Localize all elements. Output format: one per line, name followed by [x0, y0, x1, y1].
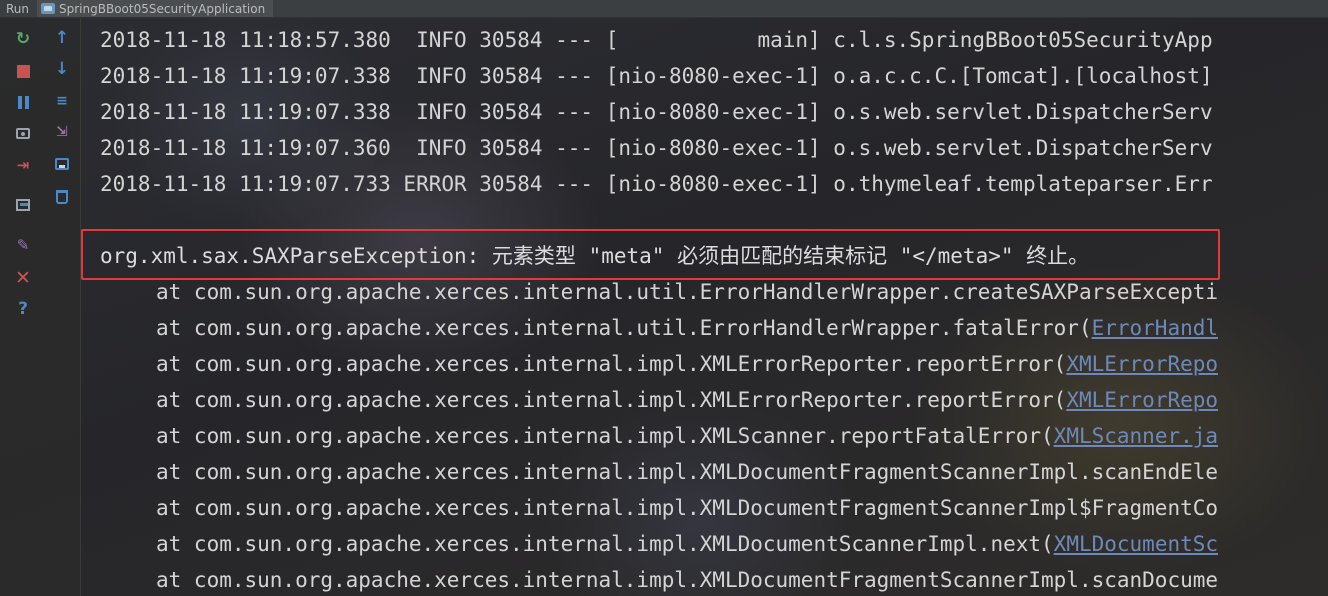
stack-trace-line: at com.sun.org.apache.xerces.internal.im…	[156, 352, 1219, 376]
log-line: 2018-11-18 11:19:07.338 INFO 30584 --- […	[100, 100, 1213, 124]
log-line: 2018-11-18 11:18:57.380 INFO 30584 --- […	[100, 28, 1213, 52]
error-log-line: 2018-11-18 11:19:07.733 ERROR 30584 --- …	[100, 172, 1213, 196]
trash-icon[interactable]	[51, 186, 73, 208]
stack-trace-line: at com.sun.org.apache.xerces.internal.ut…	[156, 316, 1219, 340]
source-link[interactable]: XMLErrorRepo	[1066, 388, 1218, 412]
stack-trace-line: at com.sun.org.apache.xerces.internal.im…	[156, 460, 1219, 484]
log-line: 2018-11-18 11:19:07.338 INFO 30584 --- […	[100, 64, 1213, 88]
login-icon[interactable]: ⇥	[12, 154, 34, 176]
ide-run-window: Run SpringBBoot05SecurityApplication ↻ ⇥…	[0, 0, 1328, 596]
error-highlight-box	[81, 229, 1220, 280]
pause-icon[interactable]	[12, 91, 34, 113]
scroll-down-icon[interactable]: ↓	[51, 58, 73, 80]
scroll-to-end-icon[interactable]: ⇲	[51, 121, 73, 143]
run-label: Run	[6, 1, 30, 16]
stack-trace-line: at com.sun.org.apache.xerces.internal.im…	[156, 388, 1219, 412]
stop-icon[interactable]	[12, 60, 34, 82]
log-line: 2018-11-18 11:19:07.360 INFO 30584 --- […	[100, 136, 1213, 160]
stack-trace-line: at com.sun.org.apache.xerces.internal.im…	[156, 424, 1219, 448]
rerun-icon[interactable]: ↻	[12, 28, 34, 50]
source-link[interactable]: XMLErrorRepo	[1066, 352, 1218, 376]
scroll-up-icon[interactable]: ↑	[51, 27, 73, 49]
stack-trace-line: at com.sun.org.apache.xerces.internal.im…	[156, 496, 1219, 520]
soft-wrap-icon[interactable]: ≡	[51, 90, 73, 112]
run-toolbar: ↻ ⇥ ✎ ✕ ? ↑ ↓ ≡ ⇲	[0, 18, 81, 596]
run-tool-window-header: Run SpringBBoot05SecurityApplication	[0, 0, 1328, 18]
print-icon[interactable]	[51, 153, 73, 175]
close-icon[interactable]: ✕	[12, 267, 34, 289]
run-configuration-title: SpringBBoot05SecurityApplication	[59, 1, 266, 16]
source-link[interactable]: XMLDocumentSc	[1054, 532, 1218, 556]
camera-icon[interactable]	[12, 122, 34, 144]
pin-icon[interactable]: ✎	[12, 234, 34, 256]
console-output[interactable]: 2018-11-18 11:18:57.380 INFO 30584 --- […	[100, 22, 1328, 596]
application-icon	[41, 3, 56, 14]
source-link[interactable]: XMLScanner.ja	[1054, 424, 1218, 448]
run-configuration-tab[interactable]: SpringBBoot05SecurityApplication	[37, 0, 274, 17]
stack-trace-line: at com.sun.org.apache.xerces.internal.im…	[156, 532, 1219, 556]
layout-icon[interactable]	[12, 194, 34, 216]
source-link[interactable]: ErrorHandl	[1092, 316, 1218, 340]
stack-trace-line: at com.sun.org.apache.xerces.internal.im…	[156, 568, 1219, 592]
help-icon[interactable]: ?	[12, 298, 34, 320]
